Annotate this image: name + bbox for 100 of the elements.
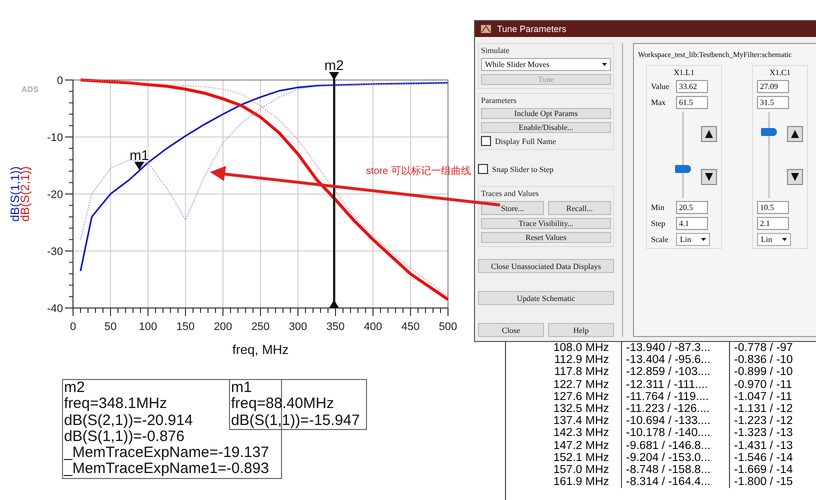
down-arrow-icon [705,172,713,180]
x-tick-label: 450 [401,321,420,333]
up-arrow-icon [791,130,799,138]
up-arrow-icon [705,130,713,138]
dialog-button[interactable]: Include Opt Params [481,108,611,119]
checkbox[interactable] [478,164,488,174]
table-cell: -10.178 / -140.... [621,427,721,440]
decrement-button[interactable] [701,168,717,184]
window-title: Tune Parameters [497,24,566,34]
table-cell: -1.800 / -15 [729,476,816,488]
table-cell: -12.859 / -103.... [621,366,721,379]
table-cell-text: 152.1 MHz [552,452,610,464]
marker-label: m1 [130,146,150,163]
marker-icon [329,300,340,308]
checkbox-label: Snap Slider to Step [492,164,554,174]
x-tick-label: 0 [70,321,76,333]
checkbox[interactable] [481,136,491,146]
table-cell: -1.131 / -12 [729,402,816,416]
y-tick-label: -10 [47,132,63,144]
table-cell-text: 117.8 MHz [553,366,610,379]
y-tick-label: -30 [47,246,63,258]
decrement-button[interactable] [787,168,803,184]
table-cell: -0.836 / -10 [729,354,816,366]
x-tick-label: 500 [438,321,458,333]
marker-icon [134,162,144,170]
y-tick-label: -20 [47,189,63,201]
group-label: Simulate [481,46,510,55]
simulate-dropdown[interactable]: While Slider Moves [481,58,611,71]
group-label: Traces and Values [481,189,540,198]
slider-thumb[interactable] [761,128,777,136]
table-cell: -1.323 / -13 [729,427,816,440]
min-field[interactable]: 10.5 [757,201,789,214]
readout-line: freq=348.1MHz [64,396,167,413]
field-label: Value [651,82,670,91]
readout-line: m1 [231,380,252,396]
parameter-name: X1.L1 [674,68,694,77]
field-label: Step [651,219,666,228]
x-tick-label: 300 [288,321,308,333]
callout-text: store 可以标记一组曲线 [366,164,472,178]
table-cell-text: 161.9 MHz [552,476,610,488]
close-button[interactable]: Close [478,323,544,337]
table-cell-text: 108.0 MHz [552,342,610,354]
scale-dropdown[interactable]: Lin [757,233,791,246]
scale-dropdown[interactable]: Lin [676,233,710,246]
store-button[interactable]: Store... [481,201,544,215]
table-cell-text: 142.3 MHz [552,427,610,440]
readout-line: m2 [64,380,85,396]
x-tick-label: 50 [104,321,117,333]
y-tick-label: -40 [47,303,63,315]
value-field[interactable]: 27.09 [757,80,789,93]
dialog-button[interactable]: Reset Values [481,232,611,243]
checkbox-label: Display Full Name [495,136,556,146]
value-field[interactable]: 33.62 [676,80,708,93]
slider-thumb[interactable] [675,165,691,174]
table-cell: -1.669 / -14 [729,464,816,476]
y-tick-label: 0 [56,75,63,87]
update-schematic-button[interactable]: Update Schematic [478,291,614,305]
increment-button[interactable] [701,126,717,142]
logo: ADS [22,85,38,94]
increment-button[interactable] [787,126,803,142]
max-field[interactable]: 31.5 [757,96,789,109]
table-cell-text: 147.2 MHz [552,440,610,452]
dialog-button[interactable]: Trace Visibility... [481,218,611,229]
marker-label: m2 [324,57,344,73]
x-axis-title: freq, MHz [232,342,289,357]
field-label: Scale [651,235,670,244]
x-tick-label: 350 [326,321,345,333]
table-cell: -9.681 / -146.8... [621,440,721,452]
max-field[interactable]: 61.5 [676,96,708,109]
table-cell-text: 132.5 MHz [552,402,610,416]
table-cell: -1.546 / -14 [729,452,816,464]
min-field[interactable]: 20.5 [676,201,708,214]
table-cell: -0.970 / -11 [729,378,816,391]
table-cell-text: 137.4 MHz [552,415,610,428]
table-cell: -1.047 / -11 [729,390,816,403]
down-arrow-icon [791,172,799,180]
table-cell: -1.223 / -12 [729,415,816,428]
caret-icon [782,238,787,241]
dialog-button[interactable]: Enable/Disable... [481,122,611,133]
close-unassociated-button[interactable]: Close Unassociated Data Displays [478,259,614,273]
step-field[interactable]: 4.1 [676,217,708,230]
help-button[interactable]: Help [548,323,614,337]
recall-button[interactable]: Recall... [548,201,611,215]
table-cell: -11.223 / -126.... [621,402,721,416]
step-field[interactable]: 2.1 [757,217,789,230]
table-cell-text: 127.6 MHz [552,390,610,403]
x-tick-label: 100 [138,321,158,333]
y-axis-title: dB(S(1,1)) [8,166,22,222]
table-cell: -0.778 / -97 [729,342,816,354]
field-label: Max [651,98,667,107]
x-tick-label: 150 [176,321,195,333]
app-icon [480,23,492,35]
table-cell: -11.764 / -119.... [621,390,721,403]
table-cell-text: 122.7 MHz [552,378,610,391]
table-cell: -1.431 / -13 [729,440,816,452]
readout-line: dB(S(2,1))=-20.914 [64,412,193,429]
caret-icon [701,238,706,241]
table-cell: -8.748 / -158.8... [621,464,721,476]
x-tick-label: 250 [251,321,270,333]
group-label: Parameters [481,96,518,105]
